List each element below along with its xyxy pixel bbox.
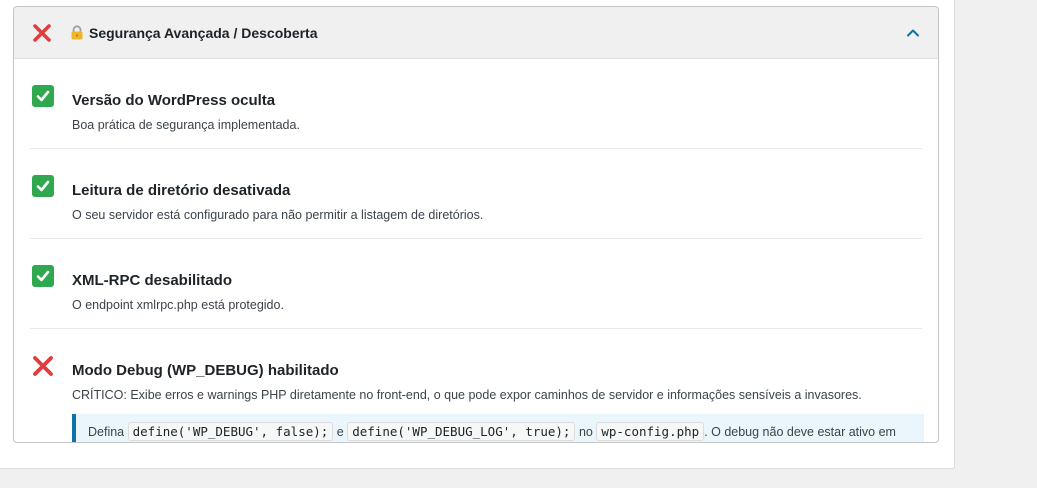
- check-mark-icon: [32, 85, 54, 107]
- section-title-wrap: Segurança Avançada / Descoberta: [70, 24, 318, 42]
- item-title: Versão do WordPress oculta: [72, 92, 276, 109]
- code-snippet-wp-debug: define('WP_DEBUG', false);: [127, 422, 334, 441]
- security-section-card: Segurança Avançada / Descoberta Versão d…: [13, 6, 939, 443]
- note-prefix: Defina: [88, 425, 125, 439]
- code-snippet-wp-debug-log: define('WP_DEBUG_LOG', true);: [347, 422, 576, 441]
- item-description: O endpoint xmlrpc.php está protegido.: [72, 298, 284, 312]
- list-item: Leitura de diretório desativada O seu se…: [30, 149, 922, 239]
- item-description: CRÍTICO: Exibe erros e warnings PHP dire…: [72, 388, 862, 402]
- list-item: XML-RPC desabilitado O endpoint xmlrpc.p…: [30, 239, 922, 329]
- check-mark-icon: [32, 175, 54, 197]
- cross-mark-icon: [32, 355, 54, 377]
- note-joiner: no: [578, 425, 593, 439]
- list-item: Modo Debug (WP_DEBUG) habilitado CRÍTICO…: [30, 329, 924, 442]
- lock-icon: [70, 24, 84, 43]
- item-title: XML-RPC desabilitado: [72, 272, 233, 289]
- item-description: Boa prática de segurança implementada.: [72, 118, 300, 132]
- item-title: Modo Debug (WP_DEBUG) habilitado: [72, 362, 339, 379]
- section-title: Segurança Avançada / Descoberta: [89, 24, 318, 41]
- chevron-up-icon[interactable]: [905, 25, 921, 41]
- item-description: O seu servidor está configurado para não…: [72, 208, 484, 222]
- code-snippet-wp-config: wp-config.php: [596, 422, 705, 441]
- item-title: Leitura de diretório desativada: [72, 182, 291, 199]
- panel-background: Segurança Avançada / Descoberta Versão d…: [0, 0, 955, 469]
- check-mark-icon: [32, 265, 54, 287]
- cross-mark-icon: [31, 22, 53, 44]
- note-joiner: e: [336, 425, 344, 439]
- section-body: Versão do WordPress oculta Boa prática d…: [14, 59, 938, 442]
- recommendation-note: Defina define('WP_DEBUG', false); e defi…: [72, 414, 924, 442]
- list-item: Versão do WordPress oculta Boa prática d…: [30, 59, 922, 149]
- section-header[interactable]: Segurança Avançada / Descoberta: [14, 7, 938, 59]
